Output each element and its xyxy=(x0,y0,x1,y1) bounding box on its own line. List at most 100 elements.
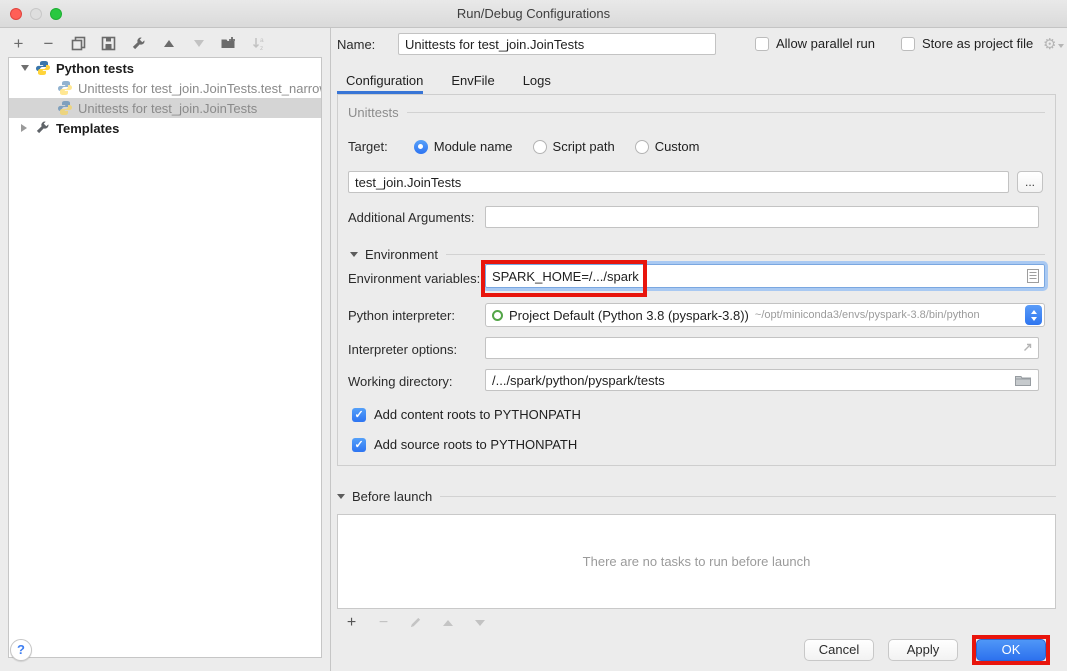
move-down-icon xyxy=(190,35,207,52)
conda-environment-icon xyxy=(492,310,503,321)
collapse-triangle-icon[interactable] xyxy=(350,252,358,257)
store-as-project-file-label: Store as project file xyxy=(922,36,1033,51)
copy-icon[interactable] xyxy=(70,35,87,52)
target-row: Target: Module name Script path Custom xyxy=(348,139,719,154)
name-label: Name: xyxy=(337,37,375,52)
collapse-triangle-icon[interactable] xyxy=(337,494,345,499)
radio-label: Script path xyxy=(553,139,615,154)
tree-item-templates[interactable]: Templates xyxy=(9,118,321,138)
radio-icon[interactable] xyxy=(635,140,649,154)
environment-variables-label: Environment variables: xyxy=(348,271,480,286)
interpreter-options-input[interactable] xyxy=(485,337,1039,359)
divider xyxy=(407,112,1045,113)
python-test-icon xyxy=(57,80,73,96)
tab-bar: Configuration EnvFile Logs xyxy=(337,68,1056,94)
radio-icon[interactable] xyxy=(414,140,428,154)
tree-item-label: Templates xyxy=(56,121,119,136)
add-task-icon[interactable]: + xyxy=(343,614,360,631)
allow-parallel-run-checkbox[interactable]: Allow parallel run xyxy=(755,36,875,51)
tree-item-unittests-jointests-selected[interactable]: Unittests for test_join.JoinTests xyxy=(9,98,321,118)
tab-envfile[interactable]: EnvFile xyxy=(451,68,494,94)
python-icon xyxy=(35,60,51,76)
radio-label: Custom xyxy=(655,139,700,154)
folder-icon[interactable] xyxy=(1015,374,1031,386)
move-task-up-icon xyxy=(439,614,456,631)
checkbox-label: Add source roots to PYTHONPATH xyxy=(374,437,577,452)
checkbox-icon[interactable] xyxy=(755,37,769,51)
chevron-down-icon[interactable] xyxy=(21,65,31,71)
checkbox-checked-icon[interactable] xyxy=(352,408,366,422)
additional-arguments-input[interactable] xyxy=(485,206,1039,228)
environment-variables-field-wrap xyxy=(485,264,1045,288)
remove-task-icon: − xyxy=(375,614,392,631)
python-test-icon xyxy=(57,100,73,116)
help-button[interactable]: ? xyxy=(10,639,32,661)
configuration-editor: Name: Allow parallel run Store as projec… xyxy=(331,28,1067,671)
radio-icon[interactable] xyxy=(533,140,547,154)
chevron-right-icon[interactable] xyxy=(21,124,31,132)
radio-script-path[interactable]: Script path xyxy=(533,139,615,154)
tree-item-python-tests[interactable]: Python tests xyxy=(9,58,321,78)
cancel-button[interactable]: Cancel xyxy=(804,639,874,661)
store-as-project-file-checkbox[interactable]: Store as project file xyxy=(901,36,1033,51)
working-directory-input[interactable] xyxy=(485,369,1039,391)
wrench-icon xyxy=(35,120,51,136)
name-input[interactable] xyxy=(398,33,716,55)
working-directory-label: Working directory: xyxy=(348,374,453,389)
checkbox-icon[interactable] xyxy=(901,37,915,51)
add-content-roots-checkbox[interactable]: Add content roots to PYTHONPATH xyxy=(352,407,581,422)
radio-label: Module name xyxy=(434,139,513,154)
add-source-roots-checkbox[interactable]: Add source roots to PYTHONPATH xyxy=(352,437,577,452)
edit-defaults-wrench-icon[interactable] xyxy=(130,35,147,52)
apply-button[interactable]: Apply xyxy=(888,639,958,661)
tree-item-label: Python tests xyxy=(56,61,134,76)
environment-variables-input[interactable] xyxy=(485,264,1045,288)
store-options-gear-icon[interactable]: ⚙ xyxy=(1043,37,1064,52)
sidebar-toolbar: + − az xyxy=(10,32,267,54)
configuration-tab-content: Unittests Target: Module name Script pat… xyxy=(337,94,1056,466)
svg-text:z: z xyxy=(260,45,263,51)
new-folder-icon[interactable] xyxy=(220,35,237,52)
dialog-footer: ? Cancel Apply OK xyxy=(0,633,1067,671)
svg-text:a: a xyxy=(260,37,264,44)
python-interpreter-label: Python interpreter: xyxy=(348,308,455,323)
checkbox-label: Add content roots to PYTHONPATH xyxy=(374,407,581,422)
footer-buttons: Cancel Apply OK xyxy=(804,635,1050,665)
remove-icon[interactable]: − xyxy=(40,35,57,52)
tree-item-label: Unittests for test_join.JoinTests xyxy=(78,101,257,116)
title-bar: Run/Debug Configurations xyxy=(0,0,1067,28)
unittests-group-title: Unittests xyxy=(348,105,399,120)
save-icon[interactable] xyxy=(100,35,117,52)
target-module-input[interactable] xyxy=(348,171,1009,193)
interpreter-options-label: Interpreter options: xyxy=(348,342,457,357)
annotation-highlight-ok: OK xyxy=(972,635,1050,665)
tree-item-unittests-test-narrow[interactable]: Unittests for test_join.JoinTests.test_n… xyxy=(9,78,321,98)
before-launch-title: Before launch xyxy=(352,489,432,504)
environment-section-header[interactable]: Environment xyxy=(350,247,1045,262)
checkbox-checked-icon[interactable] xyxy=(352,438,366,452)
python-interpreter-combobox[interactable]: Project Default (Python 3.8 (pyspark-3.8… xyxy=(485,303,1045,327)
target-label: Target: xyxy=(348,139,388,154)
configurations-tree: Python tests Unittests for test_join.Joi… xyxy=(8,57,322,658)
move-up-icon[interactable] xyxy=(160,35,177,52)
radio-custom[interactable]: Custom xyxy=(635,139,700,154)
move-task-down-icon xyxy=(471,614,488,631)
before-launch-section-header[interactable]: Before launch xyxy=(337,489,1056,504)
before-launch-task-list: There are no tasks to run before launch xyxy=(337,514,1056,609)
browse-variables-icon[interactable] xyxy=(1027,269,1039,283)
tree-item-label: Unittests for test_join.JoinTests.test_n… xyxy=(78,81,321,96)
allow-parallel-run-label: Allow parallel run xyxy=(776,36,875,51)
python-interpreter-value: Project Default (Python 3.8 (pyspark-3.8… xyxy=(509,308,749,323)
add-icon[interactable]: + xyxy=(10,35,27,52)
expand-field-icon[interactable] xyxy=(1022,342,1033,353)
unittests-group-header: Unittests xyxy=(348,105,1045,120)
name-row: Name: Allow parallel run Store as projec… xyxy=(331,33,1067,57)
combobox-stepper-icon[interactable] xyxy=(1025,305,1042,325)
radio-module-name[interactable]: Module name xyxy=(414,139,513,154)
ok-button[interactable]: OK xyxy=(976,639,1046,661)
browse-button[interactable]: ... xyxy=(1017,171,1043,193)
tab-logs[interactable]: Logs xyxy=(523,68,551,94)
divider xyxy=(446,254,1045,255)
run-debug-configurations-dialog: Run/Debug Configurations + − az xyxy=(0,0,1067,671)
additional-arguments-label: Additional Arguments: xyxy=(348,210,474,225)
